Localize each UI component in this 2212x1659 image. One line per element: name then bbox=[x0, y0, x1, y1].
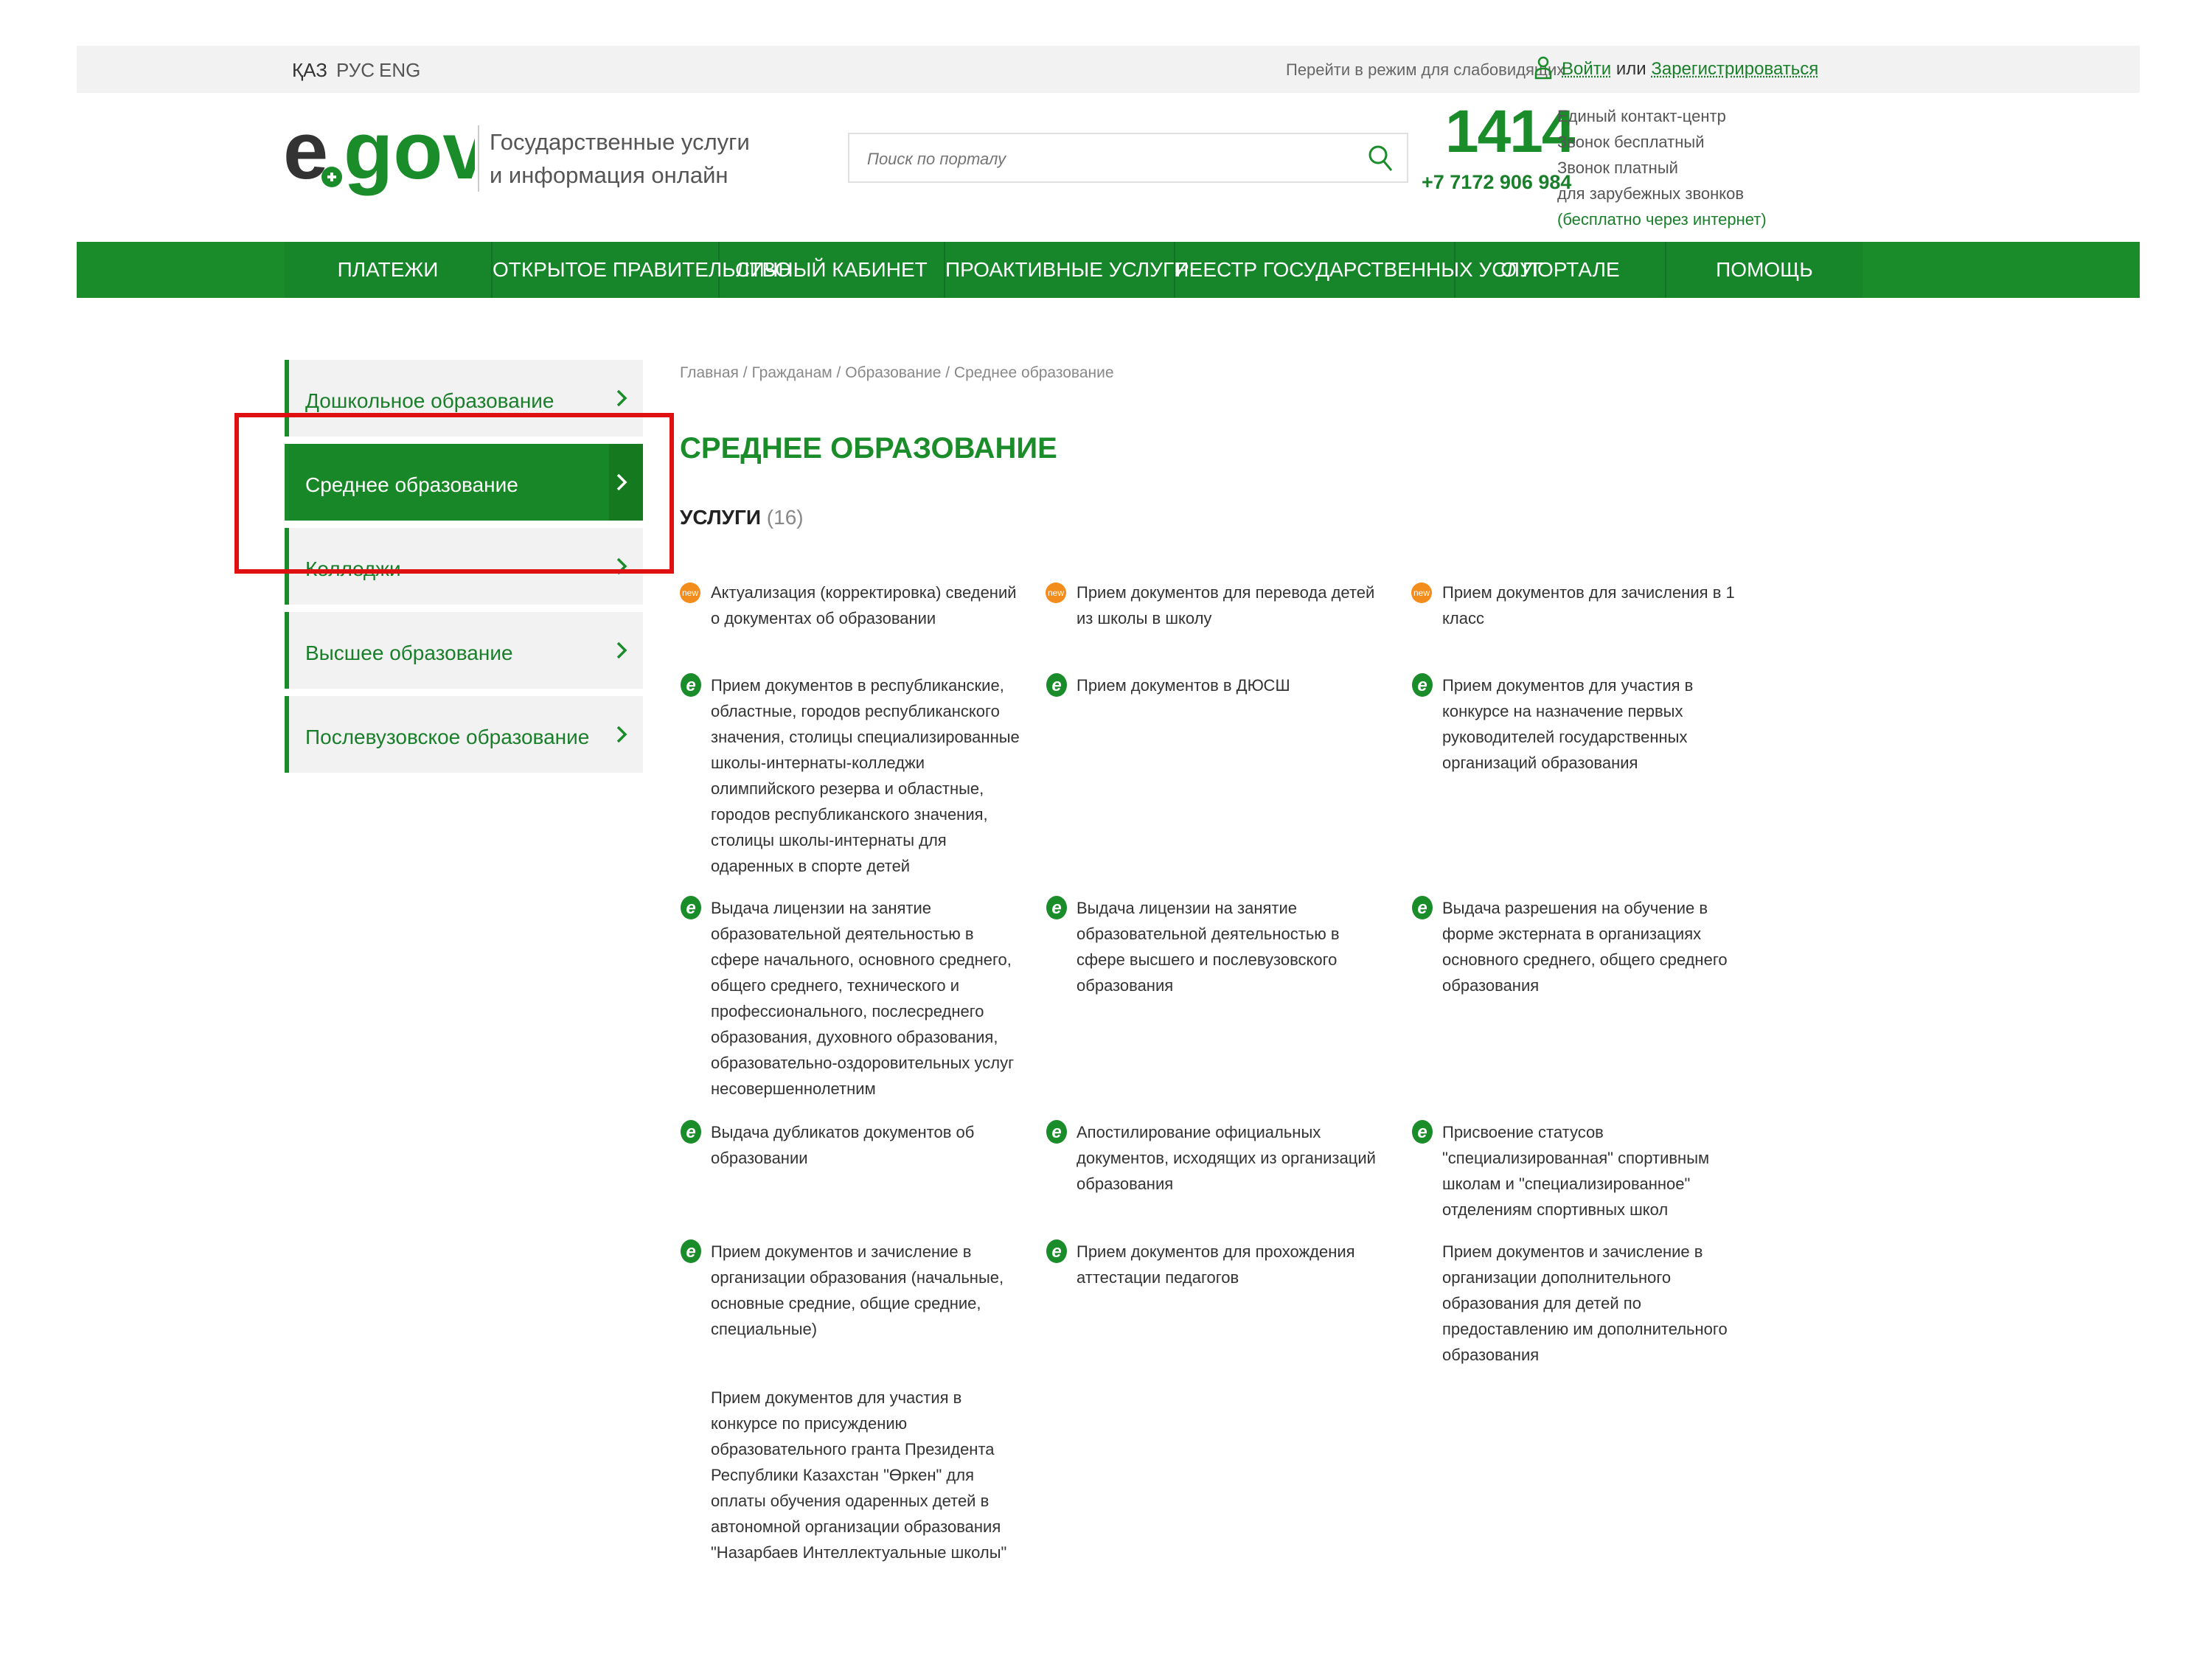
nav-item-about[interactable]: О ПОРТАЛЕ bbox=[1455, 242, 1666, 298]
e-service-icon: e bbox=[1046, 1239, 1067, 1263]
e-service-icon: e bbox=[681, 896, 701, 919]
breadcrumb-current: Среднее образование bbox=[953, 364, 1114, 381]
nav-item-personal-cabinet[interactable]: ЛИЧНЫЙ КАБИНЕТ bbox=[720, 242, 945, 298]
service-link[interactable]: Выдача дубликатов документов об образова… bbox=[711, 1119, 1020, 1171]
service-link[interactable]: Выдача лицензии на занятие образовательн… bbox=[711, 895, 1020, 1102]
site-tagline: Государственные услуги и информация онла… bbox=[478, 125, 750, 192]
service-link[interactable]: Прием документов в республиканские, обла… bbox=[711, 672, 1020, 879]
contact-internet-link[interactable]: (бесплатно через интернет) bbox=[1557, 206, 1767, 232]
egov-logo[interactable]: e gov bbox=[283, 111, 475, 206]
services-heading: УСЛУГИ (16) bbox=[680, 506, 804, 529]
sidebar-item-label: Послевузовское образование bbox=[305, 726, 590, 748]
breadcrumb-citizens[interactable]: Гражданам bbox=[751, 364, 832, 381]
breadcrumb-education[interactable]: Образование bbox=[845, 364, 941, 381]
service-link[interactable]: Прием документов для прохождения аттеста… bbox=[1077, 1239, 1386, 1290]
svg-text:e: e bbox=[686, 1122, 695, 1142]
auth-links: Войти или Зарегистрироваться bbox=[1562, 59, 1818, 80]
service-link[interactable]: Актуализация (корректировка) сведений о … bbox=[711, 580, 1020, 631]
services-label: УСЛУГИ bbox=[680, 506, 762, 529]
low-vision-link[interactable]: Перейти в режим для слабовидящих bbox=[1286, 60, 1565, 80]
auth-or: или bbox=[1615, 59, 1646, 79]
contact-line: Единый контакт-центр bbox=[1557, 107, 1726, 125]
e-service-icon: e bbox=[1412, 896, 1433, 919]
e-service-icon: e bbox=[1046, 673, 1067, 697]
nav-item-open-government[interactable]: ОТКРЫТОЕ ПРАВИТЕЛЬСТВО bbox=[493, 242, 791, 298]
nav-item-help[interactable]: ПОМОЩЬ bbox=[1666, 242, 1863, 298]
sidebar-item-postgraduate[interactable]: Послевузовское образование bbox=[285, 696, 643, 773]
e-service-icon: e bbox=[1046, 1120, 1067, 1144]
new-badge-icon: new bbox=[1046, 582, 1066, 603]
breadcrumb-sep: / bbox=[832, 364, 846, 381]
svg-text:e: e bbox=[1051, 1122, 1061, 1142]
nav-item-proactive-services[interactable]: ПРОАКТИВНЫЕ УСЛУГИ bbox=[945, 242, 1189, 298]
sidebar-item-label: Высшее образование bbox=[305, 641, 513, 664]
e-service-icon: e bbox=[1412, 673, 1433, 697]
lang-eng[interactable]: ENG bbox=[379, 59, 420, 82]
service-link[interactable]: Прием документов для зачисления в 1 клас… bbox=[1442, 580, 1752, 631]
register-link[interactable]: Зарегистрироваться bbox=[1651, 59, 1818, 79]
search-icon[interactable] bbox=[1366, 143, 1395, 174]
breadcrumb-home[interactable]: Главная bbox=[680, 364, 739, 381]
nav-item-services-registry[interactable]: РЕЕСТР ГОСУДАРСТВЕННЫХ УСЛУГ bbox=[1175, 242, 1544, 298]
svg-text:e: e bbox=[1051, 898, 1061, 918]
svg-text:e: e bbox=[1051, 675, 1061, 695]
service-link[interactable]: Выдача лицензии на занятие образовательн… bbox=[1077, 895, 1386, 998]
sidebar-item-higher[interactable]: Высшее образование bbox=[285, 612, 643, 689]
service-link[interactable]: Прием документов для перевода детей из ш… bbox=[1077, 580, 1386, 631]
svg-text:e: e bbox=[1417, 1122, 1427, 1142]
service-link[interactable]: Прием документов и зачисление в организа… bbox=[1442, 1239, 1752, 1368]
svg-text:e: e bbox=[283, 111, 328, 196]
search-input[interactable] bbox=[866, 145, 1340, 174]
contact-line: для зарубежных звонков bbox=[1557, 184, 1745, 203]
service-link[interactable]: Апостилирование официальных документов, … bbox=[1077, 1119, 1386, 1197]
service-link[interactable]: Прием документов для участия в конкурсе … bbox=[711, 1385, 1020, 1565]
svg-text:e: e bbox=[686, 898, 695, 918]
sidebar-item-label: Дошкольное образование bbox=[305, 389, 554, 412]
new-badge-icon: new bbox=[680, 582, 700, 603]
lang-rus[interactable]: РУС bbox=[336, 59, 375, 82]
e-service-icon: e bbox=[681, 673, 701, 697]
service-link[interactable]: Прием документов для участия в конкурсе … bbox=[1442, 672, 1752, 776]
main-nav: ПЛАТЕЖИ ОТКРЫТОЕ ПРАВИТЕЛЬСТВО ЛИЧНЫЙ КА… bbox=[77, 242, 2140, 298]
chevron-right-icon bbox=[616, 641, 627, 659]
service-link[interactable]: Присвоение статусов "специализированная"… bbox=[1442, 1119, 1752, 1222]
breadcrumb-sep: / bbox=[941, 364, 954, 381]
login-link[interactable]: Войти bbox=[1562, 59, 1611, 79]
tagline-line2: и информация онлайн bbox=[490, 162, 728, 188]
new-badge-icon: new bbox=[1411, 582, 1432, 603]
e-service-icon: e bbox=[1412, 1120, 1433, 1144]
services-count: (16) bbox=[766, 506, 804, 529]
service-link[interactable]: Прием документов и зачисление в организа… bbox=[711, 1239, 1020, 1342]
contact-line: Звонок бесплатный bbox=[1557, 133, 1705, 151]
svg-text:e: e bbox=[1417, 898, 1427, 918]
svg-text:e: e bbox=[686, 675, 695, 695]
e-service-icon: e bbox=[681, 1239, 701, 1263]
e-service-icon: e bbox=[1046, 896, 1067, 919]
nav-item-payments[interactable]: ПЛАТЕЖИ bbox=[285, 242, 493, 298]
page-title: СРЕДНЕЕ ОБРАЗОВАНИЕ bbox=[680, 432, 1057, 465]
svg-text:gov: gov bbox=[344, 111, 475, 196]
chevron-right-icon bbox=[616, 726, 627, 743]
service-link[interactable]: Выдача разрешения на обучение в форме эк… bbox=[1442, 895, 1752, 998]
chevron-right-icon bbox=[616, 389, 627, 407]
breadcrumb: Главная / Гражданам / Образование / Сред… bbox=[680, 364, 1114, 382]
service-link[interactable]: Прием документов в ДЮСШ bbox=[1077, 672, 1386, 698]
lang-kaz[interactable]: ҚАЗ bbox=[292, 59, 327, 82]
breadcrumb-sep: / bbox=[738, 364, 752, 381]
contact-info: Единый контакт-центр Звонок бесплатный З… bbox=[1557, 103, 1767, 232]
user-icon bbox=[1534, 56, 1552, 80]
svg-text:e: e bbox=[686, 1242, 695, 1262]
e-service-icon: e bbox=[681, 1120, 701, 1144]
contact-center-number[interactable]: 1414 bbox=[1445, 97, 1575, 167]
tagline-line1: Государственные услуги bbox=[490, 129, 750, 155]
svg-text:e: e bbox=[1417, 675, 1427, 695]
top-bar: ҚАЗ РУС ENG Перейти в режим для слабовид… bbox=[77, 46, 2140, 93]
contact-phone[interactable]: +7 7172 906 984 bbox=[1422, 171, 1571, 194]
search-box bbox=[848, 133, 1408, 183]
svg-text:e: e bbox=[1051, 1242, 1061, 1262]
contact-line: Звонок платный bbox=[1557, 159, 1678, 177]
highlight-box bbox=[234, 413, 674, 574]
